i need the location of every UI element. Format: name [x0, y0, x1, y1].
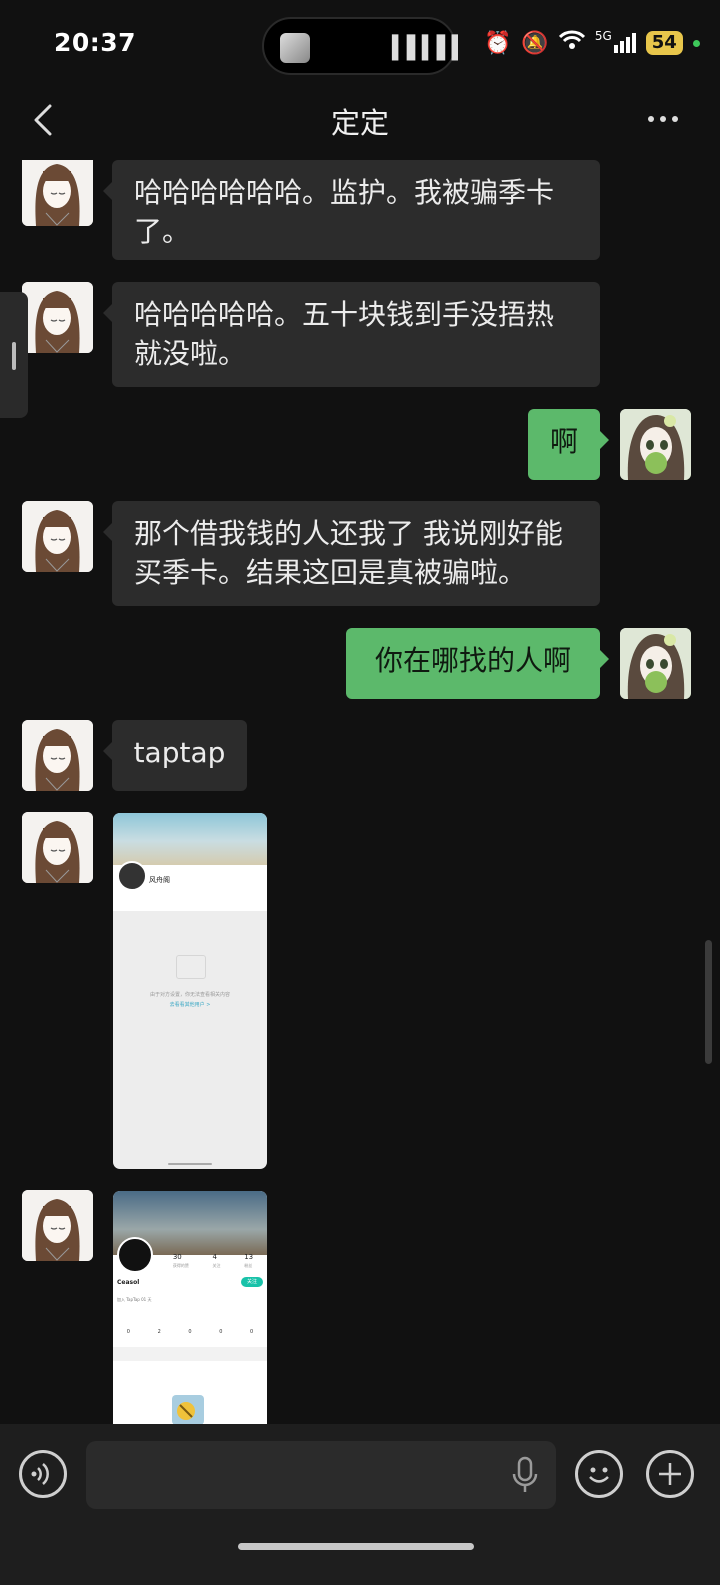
message-bubble-outgoing[interactable]: 啊	[528, 409, 609, 480]
mute-icon: 🔕	[521, 30, 549, 56]
now-playing-thumbnail	[280, 33, 310, 63]
contact-avatar[interactable]	[22, 720, 93, 791]
profile-stats: 30 获得的赞 4 关注 13 粉丝	[161, 1253, 265, 1269]
message-text: 啊	[549, 425, 578, 458]
message-input[interactable]	[86, 1441, 556, 1509]
network-type: 5G	[594, 29, 612, 43]
empty-state-text: 由于对方设置，你无法查看相关内容	[149, 992, 230, 998]
message-bubble-incoming[interactable]: 哈哈哈哈哈哈。监护。我被骗季卡了。	[103, 160, 600, 260]
chat-title: 定定	[330, 106, 389, 140]
audio-waveform-icon: ▍▌▍▌▍	[392, 36, 469, 61]
voice-mode-button[interactable]	[19, 1450, 67, 1498]
floating-side-handle[interactable]	[0, 292, 28, 418]
emoji-button[interactable]	[575, 1450, 623, 1498]
empty-state-link: 去看看其他用户 >	[169, 1002, 211, 1008]
contact-avatar[interactable]	[22, 812, 93, 883]
home-indicator-thumb	[168, 1163, 212, 1165]
message-text: 哈哈哈哈哈。五十块钱到手没捂热就没啦。	[134, 298, 555, 370]
battery-indicator: 54	[645, 31, 683, 55]
contact-avatar[interactable]	[22, 282, 93, 353]
message-bubble-incoming[interactable]: 那个借我钱的人还我了 我说刚好能买季卡。结果这回是真被骗啦。	[103, 501, 600, 606]
join-info: 加入 TapTap 01 天	[117, 1297, 152, 1302]
more-actions-button[interactable]	[646, 1450, 694, 1498]
status-time: 20:37	[54, 28, 137, 57]
dynamic-island[interactable]: ▍▌▍▌▍	[262, 17, 469, 75]
alarm-icon: ⏰	[484, 30, 512, 56]
my-avatar[interactable]	[620, 409, 691, 480]
message-text: 哈哈哈哈哈哈。监护。我被骗季卡了。	[134, 176, 555, 248]
my-avatar[interactable]	[620, 628, 691, 699]
stat-likes: 30 获得的赞	[172, 1253, 189, 1268]
contact-avatar[interactable]	[22, 1190, 93, 1261]
profile-avatar	[117, 861, 147, 891]
microphone-icon[interactable]	[510, 1456, 540, 1496]
wifi-icon	[558, 30, 585, 56]
content-counts: 0 2 0 0 0	[126, 1329, 254, 1335]
message-text: taptap	[133, 736, 226, 769]
message-bubble-incoming[interactable]: 哈哈哈哈哈。五十块钱到手没捂热就没啦。	[103, 282, 600, 387]
stat-following: 4 关注	[212, 1253, 221, 1268]
follow-button: 关注	[241, 1277, 263, 1287]
blocked-icon	[168, 1391, 208, 1424]
voice-wave-icon	[31, 1463, 49, 1485]
signal-icon: 5G	[595, 29, 636, 53]
more-options-icon[interactable]	[646, 104, 686, 134]
privacy-dot	[692, 39, 700, 47]
contact-avatar[interactable]	[22, 501, 93, 572]
contact-avatar[interactable]	[22, 160, 93, 226]
profile-avatar	[117, 1237, 153, 1273]
scrollbar[interactable]	[705, 940, 712, 1064]
message-text: 你在哪找的人啊	[374, 644, 571, 677]
empty-illustration-icon	[176, 955, 206, 979]
stat-followers: 13 粉丝	[244, 1253, 254, 1268]
status-icons: ⏰ 🔕 5G 54	[484, 29, 700, 56]
image-message[interactable]: 风舟阁 由于对方设置，你无法查看相关内容 去看看其他用户 >	[113, 813, 267, 1169]
message-bubble-incoming[interactable]: taptap	[103, 720, 247, 791]
message-bubble-outgoing[interactable]: 你在哪找的人啊	[346, 628, 609, 699]
section-divider	[113, 1347, 267, 1361]
profile-name: Ceasol	[117, 1279, 140, 1286]
smiley-icon	[589, 1467, 609, 1483]
plus-icon	[659, 1463, 681, 1485]
profile-name: 风舟阁	[149, 876, 170, 884]
chat-area[interactable]: 哈哈哈哈哈哈。监护。我被骗季卡了。 哈哈哈哈哈。五十块钱到手没捂热就没啦。 啊 …	[0, 160, 720, 1424]
image-message[interactable]: 30 获得的赞 4 关注 13 粉丝 Ceasol 关注 加入 TapTap 01 天…	[113, 1191, 267, 1424]
home-indicator[interactable]	[238, 1543, 474, 1550]
message-text: 那个借我钱的人还我了 我说刚好能买季卡。结果这回是真被骗啦。	[134, 517, 563, 589]
